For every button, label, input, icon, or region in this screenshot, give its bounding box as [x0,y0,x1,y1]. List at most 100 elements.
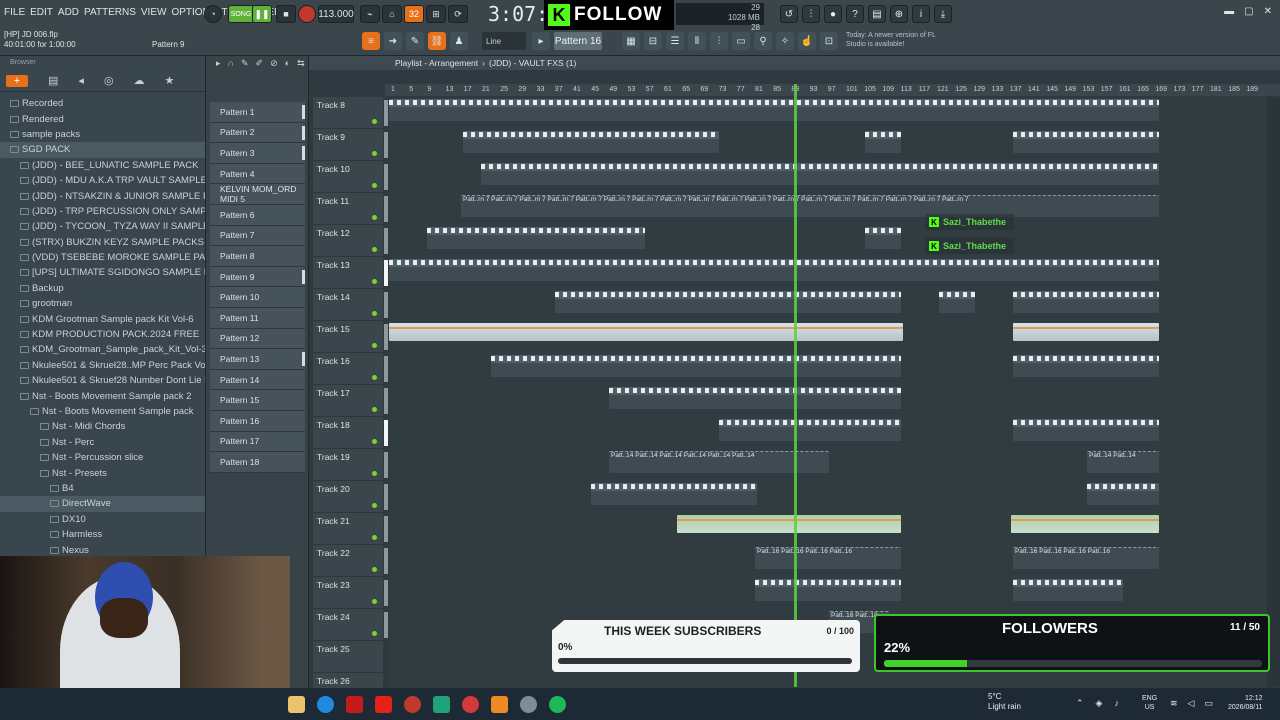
browser-item[interactable]: (JDD) - BEE_LUNATIC SAMPLE PACK [0,158,205,173]
track-mute-led[interactable] [372,599,377,604]
pattern-item[interactable]: Pattern 9 [210,266,305,288]
clipboard-icon[interactable]: ▤ [48,74,58,87]
pattern-clip[interactable] [1013,355,1159,377]
update-notice[interactable]: Today: A newer version of FL Studio is a… [846,31,946,49]
language-indicator[interactable]: ENG US [1142,694,1157,712]
maximize-icon[interactable]: ▢ [1244,6,1253,17]
play-button[interactable]: ❚❚ [252,5,272,23]
track-mute-led[interactable] [372,119,377,124]
info-icon[interactable]: i [912,5,930,23]
settings-icon[interactable] [520,696,537,713]
mic-icon[interactable]: ♪ [1114,698,1119,709]
track-header[interactable]: Track 13 [313,257,388,289]
youtube-icon[interactable] [375,696,392,713]
magnet-icon[interactable]: ∩ [228,58,234,68]
browser-item[interactable]: DirectWave [0,496,205,512]
battery-icon[interactable]: ▭ [1204,698,1213,709]
save-icon[interactable]: ▤ [868,5,886,23]
snap-select[interactable]: Line [482,32,526,50]
track-mute-led[interactable] [372,279,377,284]
menu-patterns[interactable]: PATTERNS [84,7,136,18]
track-header[interactable]: Track 21 [313,513,388,545]
stop-button[interactable]: ■ [276,5,296,23]
track-header[interactable]: Track 14 [313,289,388,321]
track-mute-led[interactable] [372,407,377,412]
pattern-item[interactable]: Pattern 18 [210,452,305,473]
undo-icon[interactable]: ↺ [780,5,798,23]
audio-clip[interactable] [1013,323,1159,341]
track-header[interactable]: Track 9 [313,129,388,161]
close-icon[interactable]: ✕ [1264,6,1272,17]
track-mute-led[interactable] [372,503,377,508]
record-button[interactable] [298,5,316,23]
audio-clip[interactable] [1011,515,1159,533]
browser-item[interactable]: [UPS] ULTIMATE SGIDONGO SAMPLE PACK [0,265,205,280]
pattern-clip[interactable] [609,387,901,409]
pattern-clip[interactable] [1013,419,1159,441]
pattern-clip[interactable] [1087,483,1159,505]
browser-item[interactable]: Nkulee501 & Skrueł28..MP Perc Pack Vol 3… [0,358,205,373]
file-explorer-icon[interactable] [288,696,305,713]
track-header[interactable]: Track 23 [313,577,388,609]
edge-icon[interactable] [317,696,334,713]
track-header[interactable]: Track 18 [313,417,388,449]
opera-icon[interactable] [462,696,479,713]
plug-icon[interactable]: ⚲ [754,32,772,50]
track-mute-led[interactable] [372,311,377,316]
pattern-clip[interactable] [389,259,1159,281]
track-mute-led[interactable] [372,535,377,540]
browser-item[interactable]: (JDD) - MDU A.K.A TRP VAULT SAMPLE PACK [0,173,205,188]
pattern-clip[interactable] [1013,131,1159,153]
cloud-icon[interactable]: ☁ [134,74,145,87]
pattern-item[interactable]: Pattern 2 [210,122,305,144]
metronome-icon[interactable]: ◔ [204,5,222,23]
pattern-clip[interactable]: Patt..rn 7 Patt..rn 7 Patt..rn 7 Patt..r… [461,195,1159,217]
sliders-icon[interactable]: ⫶ [710,32,728,50]
track-header[interactable]: Track 19 [313,449,388,481]
pattern-item[interactable]: Pattern 6 [210,204,305,226]
browser-item[interactable]: DX10 [0,512,205,527]
arrow-right-icon[interactable]: ▸ [532,32,550,50]
arrangement-grid[interactable]: Patt..rn 7 Patt..rn 7 Patt..rn 7 Patt..r… [389,97,1267,687]
step-edit-icon[interactable]: 32 [404,5,424,23]
pattern-clip[interactable] [427,227,645,249]
spotify-icon[interactable] [549,696,566,713]
minimize-icon[interactable]: ▬ [1224,6,1234,17]
pattern-item[interactable]: Pattern 3 [210,143,305,164]
piano-roll-icon[interactable]: ⊟ [644,32,662,50]
track-mute-led[interactable] [372,375,377,380]
track-mute-led[interactable] [372,471,377,476]
browser-item[interactable]: Harmless [0,527,205,542]
browser-item[interactable]: Nst - Presets [0,465,205,480]
mute-icon[interactable]: ◐ [285,58,290,68]
browser-item[interactable]: (VDD) TSEBEBE MOROKE SAMPLE PACK [0,250,205,265]
playlist-icon[interactable]: ≡ [362,32,380,50]
touch-icon[interactable]: ☝ [798,32,816,50]
track-header[interactable]: Track 17 [313,385,388,417]
delete-icon[interactable]: ⊘ [270,58,278,69]
pattern-item[interactable]: Pattern 10 [210,287,305,308]
blend-notes-icon[interactable]: ⊞ [426,5,446,23]
menu-view[interactable]: VIEW [141,7,167,18]
pattern-clip[interactable] [755,579,901,601]
star-icon[interactable]: ★ [165,74,175,87]
pattern-clip[interactable] [939,291,975,313]
clock[interactable]: 12:12 2026/08/11 [1228,694,1263,712]
pattern-clip[interactable]: Patt..16 Patt..16 Patt..16 Patt..16 [1013,547,1159,569]
browser-item[interactable]: Recorded [0,96,205,111]
pattern-clip[interactable] [1013,291,1159,313]
track-mute-led[interactable] [372,567,377,572]
channel-rack-icon[interactable]: ▦ [622,32,640,50]
pattern-clip[interactable] [591,483,757,505]
cart-icon[interactable]: ⊡ [820,32,838,50]
pattern-clip[interactable] [1013,579,1123,601]
browser-item[interactable]: Nst - Percussion slice [0,450,205,465]
browser-item[interactable]: (JDD) - TYCOON_ TYZA WAY II SAMPLE PACK [0,219,205,234]
playhead[interactable] [794,84,797,687]
browser-item[interactable]: Nst - Boots Movement Sample pack [0,404,205,419]
mixer-view-icon[interactable]: ⫴ [688,32,706,50]
song-mode-toggle[interactable]: SONG [228,5,254,23]
browser-item[interactable]: B4 [0,481,205,496]
menu-add[interactable]: ADD [58,7,79,18]
wand-icon[interactable]: ✧ [776,32,794,50]
